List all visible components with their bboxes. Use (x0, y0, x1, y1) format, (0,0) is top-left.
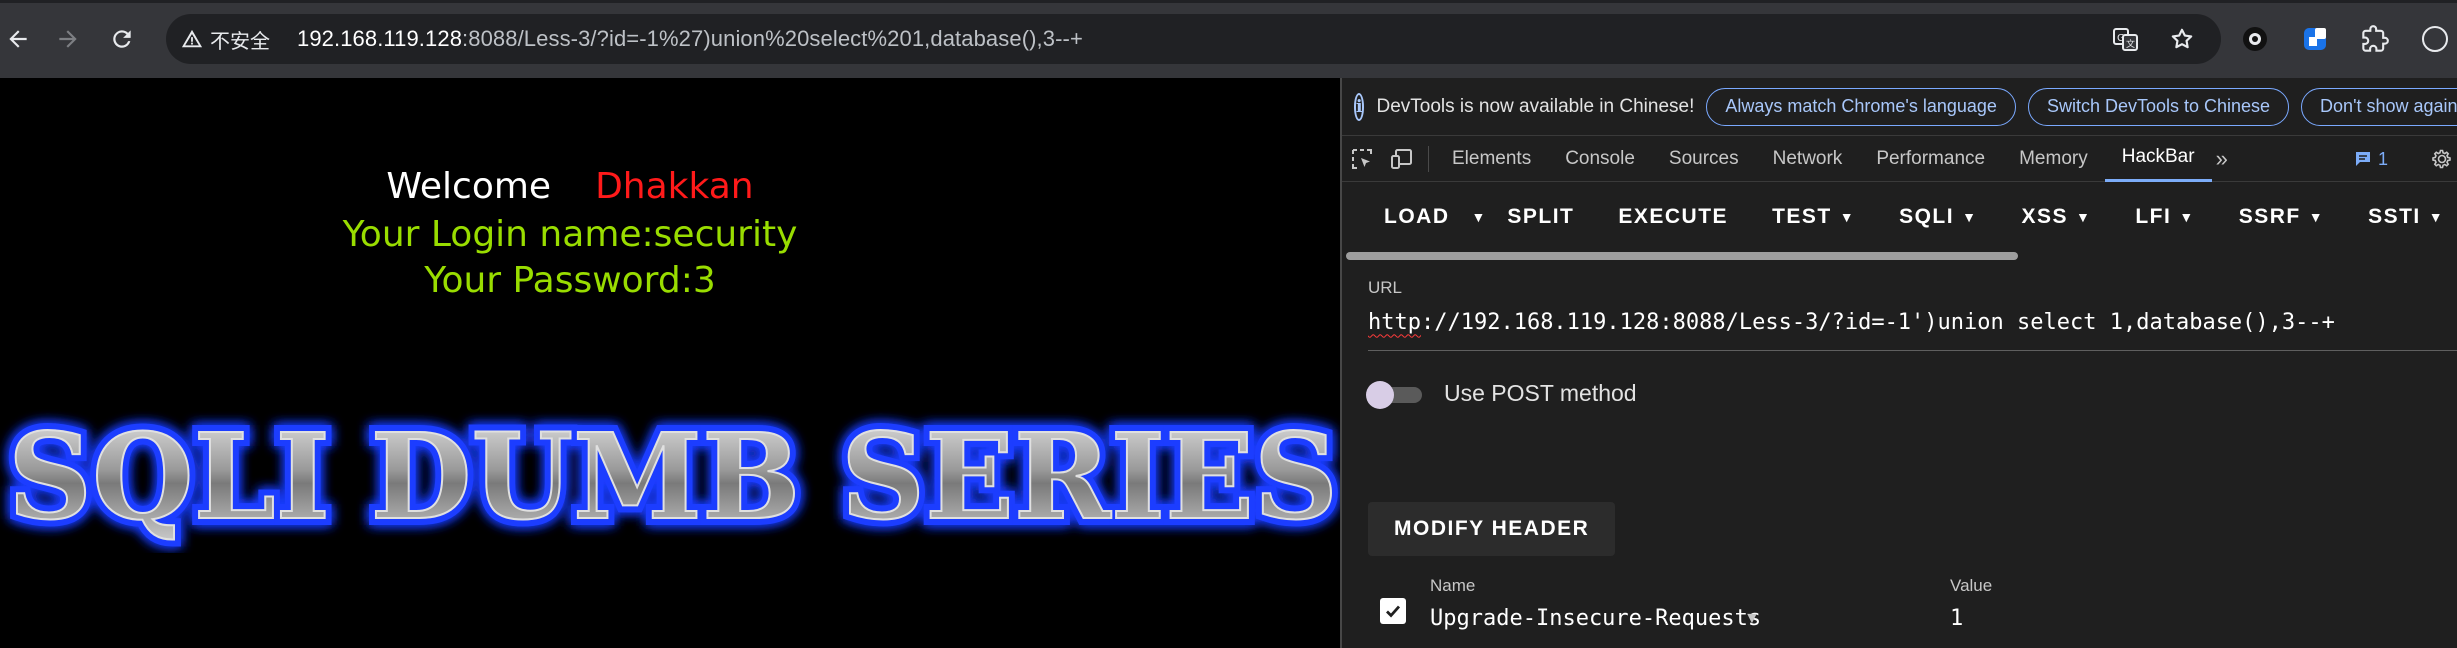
tab-console[interactable]: Console (1548, 136, 1652, 182)
split-button[interactable]: SPLIT (1485, 182, 1596, 252)
chevron-down-icon: ▼ (1962, 209, 1978, 225)
inspect-element-icon[interactable] (1342, 136, 1382, 182)
execute-button[interactable]: EXECUTE (1596, 182, 1750, 252)
chevron-down-icon: ▼ (2428, 209, 2445, 225)
ssti-label: SSTI (2368, 205, 2421, 228)
devtools-panel: i DevTools is now available in Chinese! … (1340, 78, 2457, 648)
ssti-menu[interactable]: SSTI ▼ (2346, 182, 2457, 252)
security-indicator[interactable]: 不安全 (180, 25, 285, 54)
back-button[interactable] (0, 15, 42, 63)
language-infobar: i DevTools is now available in Chinese! … (1342, 78, 2457, 136)
chevron-down-icon: ▼ (2308, 209, 2325, 225)
header-row: Name Upgrade-Insecure-Requests ▼ Value 1 (1380, 576, 2457, 646)
browser-toolbar: 不安全 192.168.119.128:8088/Less-3/?id=-1%2… (0, 0, 2457, 78)
url-value: ://192.168.119.128:8088/Less-3/?id=-1')u… (1420, 309, 2335, 335)
scrollbar-thumb[interactable] (1346, 252, 2018, 260)
lfi-label: LFI (2135, 205, 2172, 228)
tab-sources[interactable]: Sources (1652, 136, 1756, 182)
header-value-input[interactable]: 1 (1950, 606, 1963, 631)
sqli-dumb-series-banner: SQLI DUMB SERIES SQLI DUMB SERIES (1, 400, 1340, 553)
more-tabs-chevron-icon[interactable]: » (2212, 146, 2232, 172)
translate-icon[interactable]: G文 (2111, 24, 2141, 54)
issues-counter[interactable]: 1 (2354, 136, 2388, 182)
tab-hackbar[interactable]: HackBar (2104, 136, 2212, 182)
xss-menu[interactable]: XSS ▼ (1999, 182, 2113, 252)
device-toolbar-icon[interactable] (1382, 136, 1422, 182)
post-method-row: Use POST method (1366, 380, 1637, 409)
sqli-label: SQLI (1899, 205, 1955, 228)
bookmark-star-icon[interactable] (2167, 24, 2197, 54)
url-label: URL (1368, 278, 1403, 297)
lfi-menu[interactable]: LFI ▼ (2113, 182, 2216, 252)
reload-button[interactable] (98, 15, 146, 63)
header-name-label: Name (1430, 576, 1476, 595)
dont-show-again-button[interactable]: Don't show again (2301, 87, 2457, 126)
switch-to-chinese-button[interactable]: Switch DevTools to Chinese (2027, 87, 2290, 126)
extension-circle-icon[interactable] (2240, 24, 2270, 54)
page-viewport: Welcome Dhakkan Your Login name:security … (0, 78, 1340, 648)
welcome-text: Welcome (386, 166, 552, 207)
message-icon (2356, 152, 2370, 166)
hackbar-toolbar: LOAD ▼ SPLIT EXECUTE TEST ▼ SQLI ▼ XSS ▼ LF… (1342, 182, 2457, 252)
test-label: TEST (1772, 205, 1832, 228)
tab-divider (1428, 145, 1429, 172)
extensions-puzzle-icon[interactable] (2360, 24, 2390, 54)
password-line: Your Password:3 (424, 260, 716, 301)
banner-text: SQLI DUMB SERIES (8, 407, 1338, 546)
header-name-input[interactable]: Upgrade-Insecure-Requests (1430, 606, 1761, 631)
tab-memory[interactable]: Memory (2002, 136, 2105, 182)
header-name-dropdown-icon[interactable]: ▼ (1744, 610, 1760, 628)
url-text[interactable]: 192.168.119.128:8088/Less-3/?id=-1%27)un… (297, 26, 1083, 52)
chevron-down-icon: ▼ (1839, 209, 1856, 225)
tab-elements[interactable]: Elements (1435, 136, 1548, 182)
match-language-button[interactable]: Always match Chrome's language (1706, 87, 2016, 126)
security-label: 不安全 (210, 30, 270, 53)
login-name-line: Your Login name:security (342, 214, 798, 255)
url-textarea[interactable]: http://192.168.119.128:8088/Less-3/?id=-… (1368, 300, 2457, 344)
modify-header-button[interactable]: MODIFY HEADER (1368, 502, 1616, 556)
gear-icon[interactable] (2422, 136, 2457, 182)
welcome-line: Welcome Dhakkan (0, 166, 1140, 207)
header-enabled-checkbox[interactable] (1380, 598, 1406, 624)
issues-count: 1 (2378, 148, 2389, 169)
post-method-label: Use POST method (1444, 380, 1637, 406)
url-field-underline (1368, 350, 2457, 351)
ssrf-label: SSRF (2238, 205, 2301, 228)
address-bar[interactable]: 不安全 192.168.119.128:8088/Less-3/?id=-1%2… (166, 14, 2221, 64)
welcome-name: Dhakkan (595, 166, 754, 207)
tab-performance[interactable]: Performance (1859, 136, 2002, 182)
tab-network[interactable]: Network (1756, 136, 1860, 182)
devtools-tab-bar: Elements Console Sources Network Perform… (1342, 136, 2457, 182)
chevron-down-icon: ▼ (2179, 209, 2195, 225)
url-scheme: http (1368, 309, 1421, 335)
url-host: 192.168.119.128 (297, 26, 463, 51)
info-icon: i (1354, 92, 1365, 121)
test-menu[interactable]: TEST ▼ (1750, 182, 1877, 252)
svg-text:文: 文 (2126, 38, 2135, 50)
profile-icon[interactable] (2420, 24, 2450, 54)
url-path: :8088/Less-3/?id=-1%27)union%20select%20… (462, 26, 1083, 51)
infobar-message: DevTools is now available in Chinese! (1376, 95, 1695, 117)
toggle-knob (1366, 380, 1394, 409)
load-dropdown-caret-icon[interactable]: ▼ (1472, 182, 1486, 252)
svg-text:G: G (2117, 33, 2125, 44)
sqli-menu[interactable]: SQLI ▼ (1877, 182, 1999, 252)
post-method-toggle[interactable] (1366, 380, 1422, 409)
chevron-down-icon: ▼ (2076, 209, 2092, 225)
checkmark-icon (1386, 605, 1401, 618)
toolbar-scrollbar[interactable] (1342, 252, 2457, 260)
warning-icon (180, 27, 204, 51)
tab-strip-edge (0, 0, 2457, 3)
header-value-label: Value (1950, 576, 1993, 595)
xss-label: XSS (2021, 205, 2068, 228)
extension-shield-icon[interactable] (2300, 24, 2330, 54)
ssrf-menu[interactable]: SSRF ▼ (2217, 182, 2346, 252)
load-button[interactable]: LOAD (1362, 182, 1472, 252)
forward-button[interactable] (44, 15, 92, 63)
